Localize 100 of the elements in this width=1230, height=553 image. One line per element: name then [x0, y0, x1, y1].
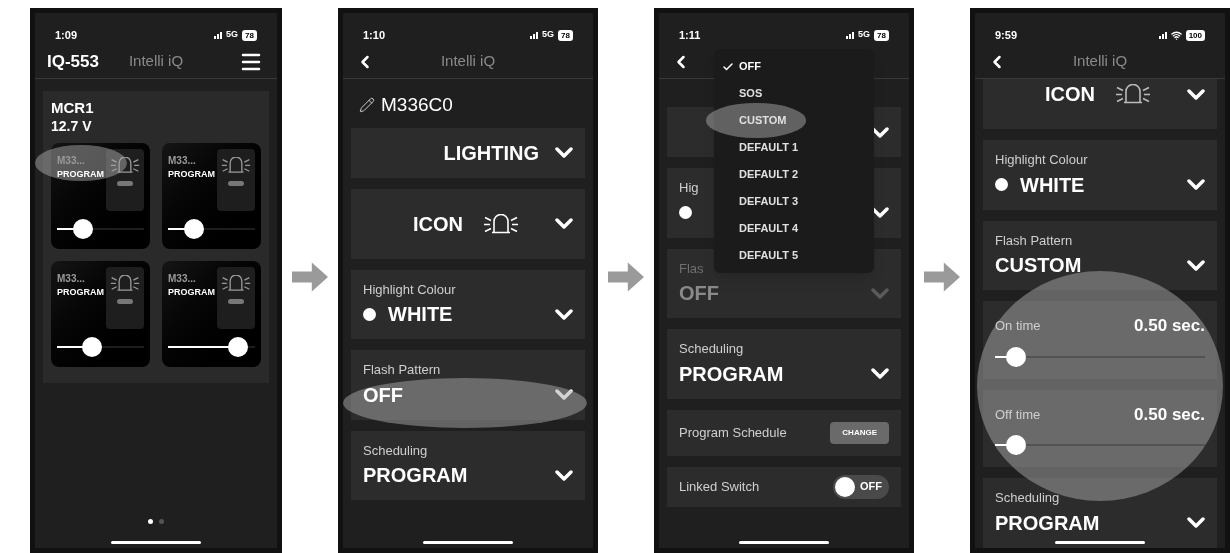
switch-button[interactable]: [217, 267, 255, 330]
switch-name: M33...: [168, 272, 197, 287]
device-name: M336C0: [381, 93, 453, 117]
toggle-switch[interactable]: OFF: [833, 474, 889, 499]
field-value: PROGRAM: [363, 463, 468, 488]
field-value: LIGHTING: [443, 140, 539, 166]
switch-name: M33...: [57, 154, 86, 169]
signal-icon: [846, 31, 855, 39]
switch-button[interactable]: [106, 267, 144, 330]
select-field[interactable]: ICON: [983, 79, 1217, 129]
field-label: Highlight Colour: [995, 151, 1088, 169]
battery-level: 78: [874, 29, 889, 41]
select-field[interactable]: Scheduling PROGRAM: [351, 430, 585, 500]
network-label: 5G: [858, 28, 871, 42]
status-time: 1:10: [363, 27, 386, 43]
battery-level: 100: [1185, 29, 1205, 41]
beacon-icon: [1115, 84, 1151, 104]
field-label: Linked Switch: [679, 477, 760, 496]
field-label: Highlight Colour: [363, 280, 456, 299]
beacon-icon: [221, 157, 251, 174]
status-time: 1:11: [679, 27, 701, 43]
field-label: Flash Pattern: [995, 231, 1073, 250]
field-value: CUSTOM: [995, 253, 1082, 278]
signal-icon: [214, 31, 223, 39]
edit-icon[interactable]: [359, 97, 375, 114]
field-label: Hig: [679, 179, 699, 197]
menu-option[interactable]: OFF: [714, 53, 874, 80]
switch-tile[interactable]: M33... PROGRAM: [51, 143, 150, 250]
field-value: WHITE: [388, 302, 453, 327]
select-field[interactable]: Scheduling PROGRAM: [983, 478, 1217, 548]
select-field[interactable]: Highlight Colour WHITE: [351, 269, 585, 339]
switch-mode: PROGRAM: [168, 286, 215, 300]
slider-thumb[interactable]: [1006, 346, 1026, 367]
beacon-icon: [483, 213, 519, 234]
right-arrow-icon: [608, 261, 644, 292]
chevron-icon: [555, 469, 573, 481]
select-field[interactable]: Scheduling PROGRAM: [667, 329, 901, 399]
switch-tile[interactable]: M33... PROGRAM: [162, 143, 261, 250]
switch-mode: PROGRAM: [57, 168, 104, 182]
right-arrow-icon: [292, 261, 328, 292]
switch-mode: PROGRAM: [57, 286, 104, 300]
chevron-icon: [871, 207, 889, 218]
switch-name: M33...: [57, 272, 86, 287]
menu-option[interactable]: DEFAULT 4: [714, 215, 874, 242]
field-value: PROGRAM: [995, 510, 1100, 536]
battery-level: 78: [558, 29, 573, 41]
switch-button[interactable]: [217, 149, 255, 212]
slider-thumb[interactable]: [1006, 435, 1026, 455]
field-value: ICON: [413, 211, 463, 237]
chevron-icon: [555, 308, 573, 320]
chevron-icon: [1187, 179, 1205, 190]
field-label: Flash Pattern: [363, 361, 441, 379]
network-label: 5G: [226, 28, 239, 42]
chevron-icon: [555, 147, 573, 158]
field-label: Scheduling: [995, 489, 1060, 507]
select-field[interactable]: Highlight Colour WHITE: [983, 140, 1217, 210]
field-value: OFF: [363, 382, 403, 408]
field-value: OFF: [679, 281, 719, 306]
select-field[interactable]: LIGHTING: [351, 127, 585, 178]
indicator-bar: [117, 181, 133, 187]
field-value: PROGRAM: [679, 361, 784, 387]
change-button[interactable]: CHANGE: [830, 421, 889, 444]
app-title: Intelli iQ: [440, 51, 496, 72]
switch-tile[interactable]: M33... PROGRAM: [162, 261, 261, 368]
beacon-icon: [110, 275, 140, 292]
field-label: Off time: [995, 405, 1041, 424]
menu-option[interactable]: DEFAULT 3: [714, 188, 874, 215]
switch-mode: PROGRAM: [168, 168, 215, 182]
select-field[interactable]: ICON: [351, 188, 585, 259]
right-arrow-icon: [924, 261, 960, 292]
beacon-icon: [221, 275, 251, 292]
indicator-bar: [228, 181, 244, 187]
select-field[interactable]: Flash Pattern OFF: [351, 350, 585, 420]
menu-option[interactable]: DEFAULT 2: [714, 161, 874, 188]
wifi-icon: [1170, 29, 1182, 41]
controller-name: MCR1: [51, 99, 94, 118]
slider-thumb[interactable]: [184, 219, 205, 240]
chevron-icon: [871, 287, 889, 299]
field-label: On time: [995, 317, 1041, 335]
chevron-icon: [871, 368, 889, 379]
switch-name: M33...: [168, 154, 197, 169]
menu-option[interactable]: DEFAULT 1: [714, 134, 874, 161]
chevron-icon: [1187, 259, 1205, 271]
field-value: WHITE: [1020, 172, 1085, 198]
menu-option[interactable]: CUSTOM: [714, 107, 874, 134]
slider-thumb[interactable]: [81, 337, 102, 358]
signal-icon: [1158, 31, 1167, 39]
status-time: 1:09: [55, 27, 78, 43]
switch-tile[interactable]: M33... PROGRAM: [51, 261, 150, 368]
switch-button[interactable]: [106, 149, 144, 212]
select-field[interactable]: Flash Pattern CUSTOM: [983, 220, 1217, 290]
field-label: Flas: [679, 259, 704, 278]
chevron-icon: [1187, 517, 1205, 528]
chevron-icon: [871, 126, 889, 138]
indicator-bar: [117, 299, 133, 305]
slider-thumb[interactable]: [227, 337, 248, 358]
chevron-icon: [555, 218, 573, 229]
check-icon: [722, 60, 734, 73]
slider-thumb[interactable]: [73, 219, 94, 240]
menu-option[interactable]: SOS: [714, 80, 874, 107]
